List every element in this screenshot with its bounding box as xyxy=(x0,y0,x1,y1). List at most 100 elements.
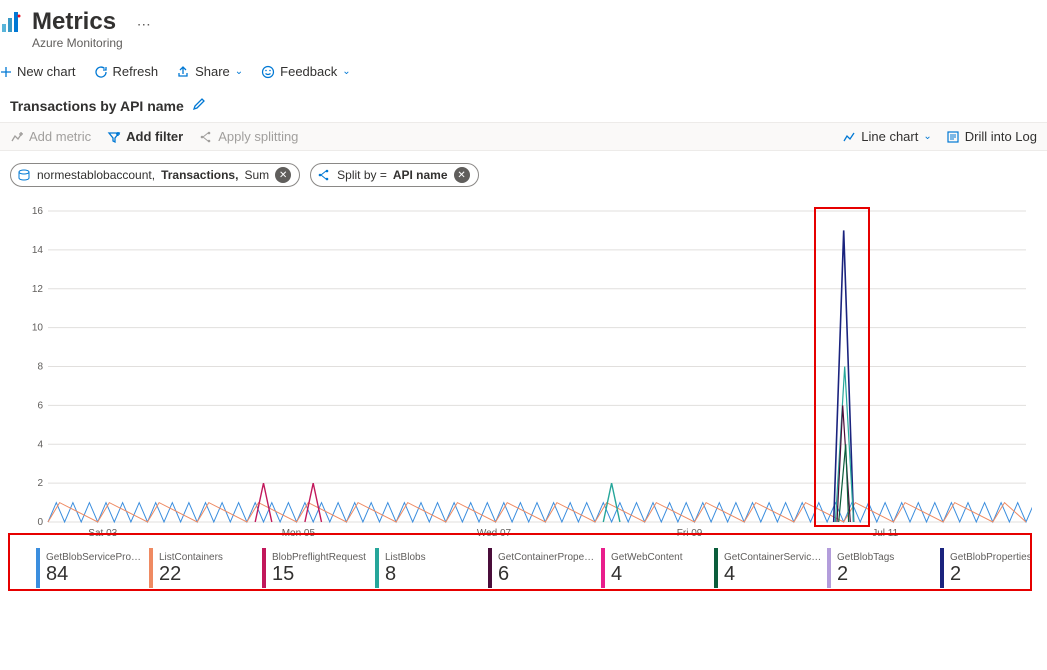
share-button[interactable]: Share ⌄ xyxy=(176,64,243,79)
legend-color-bar xyxy=(149,548,153,588)
legend-color-bar xyxy=(375,548,379,588)
legend-value: 8 xyxy=(385,563,426,585)
metrics-icon xyxy=(0,10,24,37)
legend-color-bar xyxy=(940,548,944,588)
share-icon xyxy=(176,65,190,79)
legend-label: ListBlobs xyxy=(385,552,426,563)
legend-color-bar xyxy=(827,548,831,588)
svg-text:Fri 09: Fri 09 xyxy=(677,528,703,539)
legend-item[interactable]: ListContainers 22 xyxy=(149,548,262,588)
plus-icon xyxy=(0,66,12,78)
add-metric-label: Add metric xyxy=(29,129,91,144)
page-header: Metrics Azure Monitoring ⋯ xyxy=(0,0,1047,54)
page-subtitle: Azure Monitoring xyxy=(32,36,123,50)
page-title: Metrics xyxy=(32,8,123,36)
legend-label: GetContainerServiceM... xyxy=(724,552,822,563)
legend-value: 22 xyxy=(159,563,223,585)
legend-color-bar xyxy=(714,548,718,588)
legend-value: 2 xyxy=(837,563,894,585)
metric-name: Transactions, xyxy=(161,168,238,182)
legend-value: 15 xyxy=(272,563,366,585)
chart-toolbar: Add metric Add filter Apply splitting Li… xyxy=(0,122,1047,151)
svg-text:6: 6 xyxy=(37,400,43,411)
drill-logs-label: Drill into Log xyxy=(965,129,1037,144)
legend-value: 2 xyxy=(950,563,1032,585)
legend-color-bar xyxy=(262,548,266,588)
split-pill[interactable]: Split by = API name ✕ xyxy=(310,163,478,187)
legend-value: 4 xyxy=(724,563,822,585)
feedback-label: Feedback xyxy=(280,64,337,79)
edit-icon[interactable] xyxy=(192,97,206,114)
chart-type-button[interactable]: Line chart ⌄ xyxy=(842,129,931,144)
legend-value: 4 xyxy=(611,563,683,585)
chart-area: 0246810121416Sat 03Mon 05Wed 07Fri 09Jul… xyxy=(0,195,1047,600)
legend-label: GetWebContent xyxy=(611,552,683,563)
metric-agg: Sum xyxy=(244,168,269,182)
legend: GetBlobServiceProper... 84 ListContainer… xyxy=(22,540,1035,596)
legend-label: GetBlobTags xyxy=(837,552,894,563)
filter-pills: normestablobaccount, Transactions, Sum ✕… xyxy=(0,151,1047,195)
feedback-button[interactable]: Feedback ⌄ xyxy=(261,64,350,79)
legend-color-bar xyxy=(488,548,492,588)
legend-item[interactable]: BlobPreflightRequest 15 xyxy=(262,548,375,588)
legend-label: ListContainers xyxy=(159,552,223,563)
resource-icon xyxy=(17,168,31,182)
smiley-icon xyxy=(261,65,275,79)
svg-text:Jul 11: Jul 11 xyxy=(872,528,898,539)
legend-item[interactable]: ListBlobs 8 xyxy=(375,548,488,588)
legend-item[interactable]: GetContainerProperties 6 xyxy=(488,548,601,588)
chart-title-row: Transactions by API name xyxy=(0,89,1047,122)
close-icon[interactable]: ✕ xyxy=(454,167,470,183)
apply-splitting-button[interactable]: Apply splitting xyxy=(199,129,298,144)
metric-pill[interactable]: normestablobaccount, Transactions, Sum ✕ xyxy=(10,163,300,187)
chart-title: Transactions by API name xyxy=(10,98,184,114)
svg-text:Wed 07: Wed 07 xyxy=(477,528,512,539)
new-chart-label: New chart xyxy=(17,64,76,79)
new-chart-button[interactable]: New chart xyxy=(0,64,76,79)
legend-label: GetContainerProperties xyxy=(498,552,596,563)
close-icon[interactable]: ✕ xyxy=(275,167,291,183)
legend-label: GetBlobProperties xyxy=(950,552,1032,563)
legend-color-bar xyxy=(36,548,40,588)
refresh-icon xyxy=(94,65,108,79)
legend-item[interactable]: GetBlobServiceProper... 84 xyxy=(36,548,149,588)
apply-splitting-label: Apply splitting xyxy=(218,129,298,144)
chevron-down-icon: ⌄ xyxy=(342,66,350,77)
svg-text:0: 0 xyxy=(37,517,43,528)
refresh-label: Refresh xyxy=(113,64,159,79)
legend-item[interactable]: GetContainerServiceM... 4 xyxy=(714,548,827,588)
svg-text:12: 12 xyxy=(32,284,44,295)
svg-text:10: 10 xyxy=(32,323,44,334)
legend-color-bar xyxy=(601,548,605,588)
svg-text:8: 8 xyxy=(37,362,43,373)
svg-text:16: 16 xyxy=(32,206,44,217)
chevron-down-icon: ⌄ xyxy=(235,66,243,77)
legend-item[interactable]: GetBlobProperties 2 xyxy=(940,548,1047,588)
svg-text:Mon 05: Mon 05 xyxy=(282,528,316,539)
split-icon xyxy=(317,168,331,182)
legend-value: 6 xyxy=(498,563,596,585)
svg-text:Sat 03: Sat 03 xyxy=(88,528,117,539)
svg-text:4: 4 xyxy=(37,439,43,450)
metric-scope: normestablobaccount, xyxy=(37,168,155,182)
legend-item[interactable]: GetBlobTags 2 xyxy=(827,548,940,588)
svg-text:2: 2 xyxy=(37,478,43,489)
legend-label: GetBlobServiceProper... xyxy=(46,552,144,563)
chart-type-label: Line chart xyxy=(861,129,918,144)
more-icon[interactable]: ⋯ xyxy=(137,16,152,33)
drill-logs-button[interactable]: Drill into Log xyxy=(946,129,1037,144)
split-value: API name xyxy=(393,168,448,182)
chevron-down-icon: ⌄ xyxy=(923,131,931,142)
split-prefix: Split by = xyxy=(337,168,387,182)
command-bar: New chart Refresh Share ⌄ Feedback ⌄ xyxy=(0,54,1047,89)
add-filter-label: Add filter xyxy=(126,129,183,144)
refresh-button[interactable]: Refresh xyxy=(94,64,159,79)
legend-value: 84 xyxy=(46,563,144,585)
legend-item[interactable]: GetWebContent 4 xyxy=(601,548,714,588)
svg-text:14: 14 xyxy=(32,245,44,256)
add-filter-button[interactable]: Add filter xyxy=(107,129,183,144)
legend-label: BlobPreflightRequest xyxy=(272,552,366,563)
add-metric-button[interactable]: Add metric xyxy=(10,129,91,144)
share-label: Share xyxy=(195,64,230,79)
line-chart[interactable]: 0 2 4 6 8 10 12 14 16 Sat 03 Mon 05 Wed 07 Fri 09 Jul… xyxy=(22,205,1032,540)
